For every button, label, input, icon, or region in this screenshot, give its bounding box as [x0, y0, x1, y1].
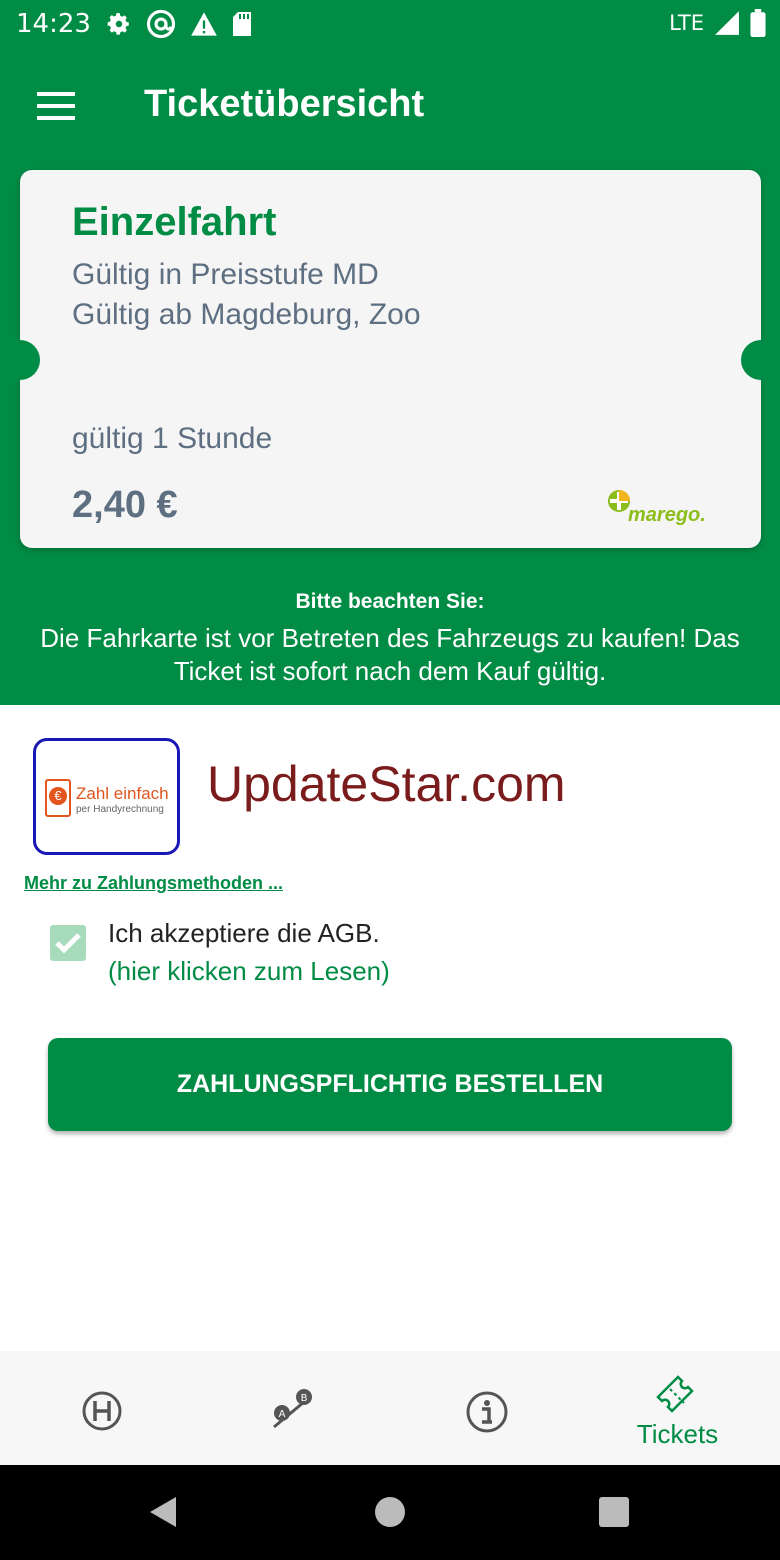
network-type: LTE	[669, 11, 704, 35]
notice-text: Die Fahrkarte ist vor Betreten des Fahrz…	[40, 623, 740, 686]
app-bar: Ticketübersicht	[0, 50, 780, 160]
payment-method-subtitle: per Handyrechnung	[76, 804, 164, 815]
status-time: 14:23	[16, 9, 91, 39]
nav-item-tickets[interactable]: Tickets	[580, 1351, 775, 1465]
ticket-validity-zone: Gültig in Preisstufe MD	[72, 258, 379, 291]
info-icon	[466, 1391, 508, 1433]
nav-label-tickets: Tickets	[636, 1419, 719, 1449]
hamburger-menu-icon	[37, 92, 75, 120]
nav-item-route[interactable]: A B	[197, 1351, 392, 1465]
at-sign-icon	[146, 9, 176, 39]
system-home-button[interactable]	[340, 1465, 440, 1560]
watermark: UpdateStar.com	[207, 756, 566, 812]
back-triangle-icon	[150, 1497, 176, 1527]
checkmark-icon	[55, 933, 81, 954]
ticket-notch-left	[0, 340, 40, 380]
payment-method-zahl-einfach[interactable]: € Zahl einfach per Handyrechnung	[33, 738, 180, 855]
agb-read-link[interactable]: (hier klicken zum Lesen)	[108, 956, 390, 987]
menu-button[interactable]	[26, 82, 86, 132]
system-nav-bar	[0, 1465, 780, 1560]
battery-icon	[750, 9, 766, 37]
marego-logo: marego.	[606, 488, 716, 532]
phone-icon: €	[45, 779, 71, 817]
notice: Bitte beachten Sie: Die Fahrkarte ist vo…	[0, 590, 780, 688]
system-recents-button[interactable]	[564, 1465, 664, 1560]
signal-icon	[715, 11, 739, 35]
marego-logo-text: marego.	[628, 504, 706, 526]
agb-checkbox[interactable]	[50, 925, 86, 961]
euro-icon: €	[49, 787, 67, 805]
ticket-name: Einzelfahrt	[72, 200, 277, 244]
sd-card-icon	[233, 12, 251, 36]
nav-item-stops[interactable]	[5, 1351, 200, 1465]
bottom-nav: A B Tickets	[0, 1351, 780, 1465]
status-bar: 14:23 LTE	[0, 0, 780, 50]
notice-title: Bitte beachten Sie:	[295, 590, 485, 613]
route-ab-icon: A B	[273, 1389, 312, 1429]
system-back-button[interactable]	[112, 1465, 212, 1560]
stop-h-icon	[82, 1391, 122, 1431]
svg-text:B: B	[301, 1393, 308, 1404]
agb-label: Ich akzeptiere die AGB.	[108, 918, 380, 948]
ticket-notch-right	[741, 340, 780, 380]
ticket-icon	[656, 1375, 694, 1413]
home-circle-icon	[375, 1497, 405, 1527]
nav-item-info[interactable]	[389, 1351, 584, 1465]
ticket-duration: gültig 1 Stunde	[72, 422, 273, 455]
recents-square-icon	[599, 1497, 629, 1527]
ticket-validity-start: Gültig ab Magdeburg, Zoo	[72, 298, 421, 331]
more-payment-methods-link[interactable]: Mehr zu Zahlungsmethoden ...	[24, 873, 283, 894]
page-title: Ticketübersicht	[144, 83, 425, 125]
gear-icon	[107, 13, 129, 35]
payment-method-title: Zahl einfach	[76, 784, 169, 803]
svg-text:A: A	[279, 1409, 286, 1420]
warning-icon	[191, 12, 217, 36]
order-button[interactable]: ZAHLUNGSPFLICHTIG BESTELLEN	[48, 1038, 732, 1131]
ticket-price: 2,40 €	[72, 484, 178, 526]
ticket-card: Einzelfahrt Gültig in Preisstufe MD Gült…	[0, 170, 780, 548]
